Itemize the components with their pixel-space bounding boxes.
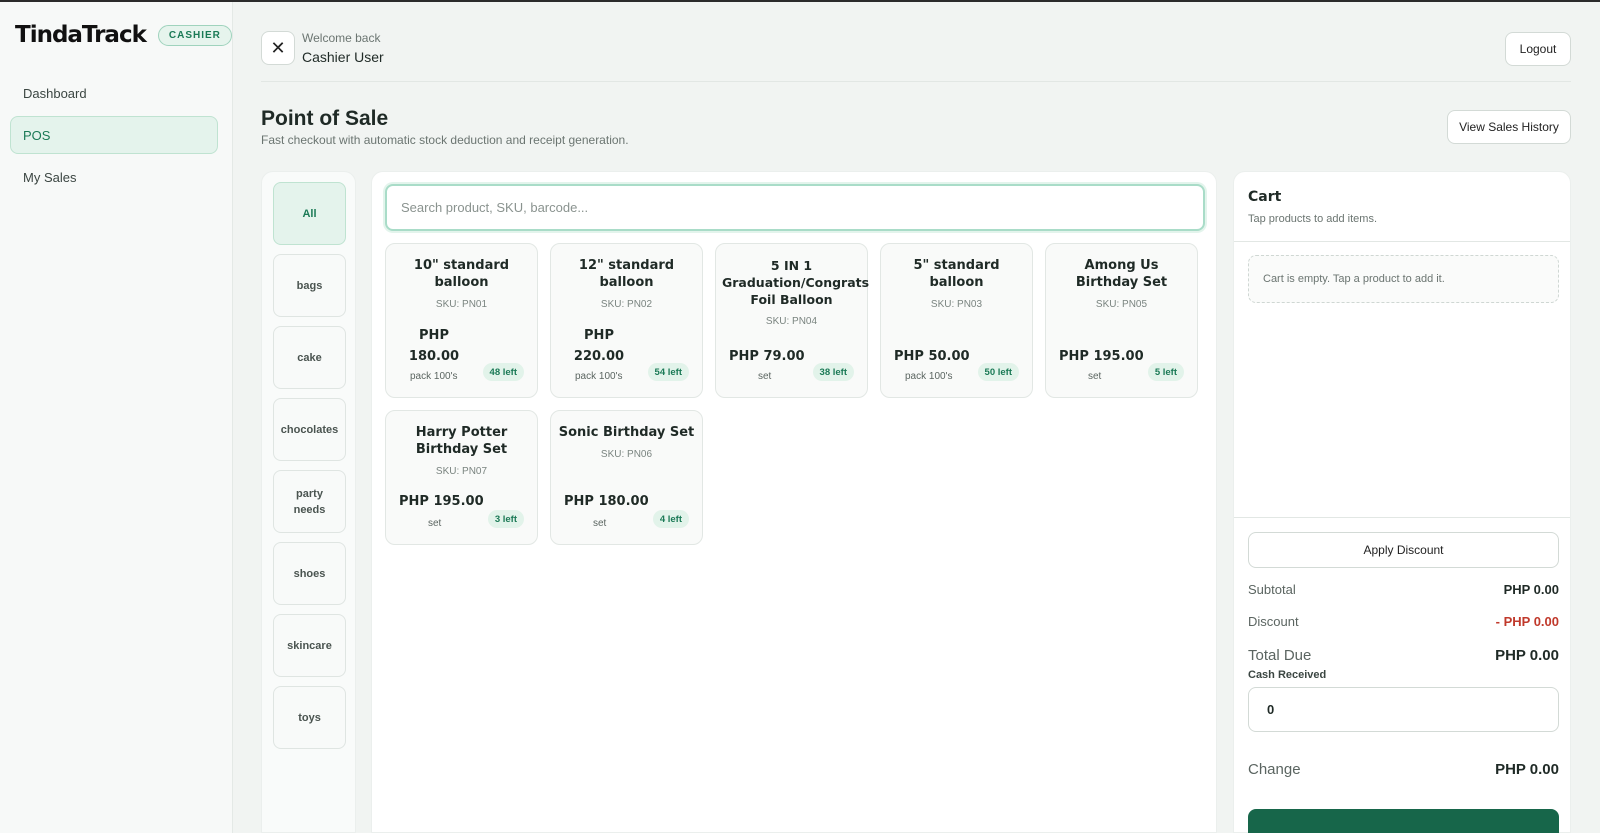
cart-panel: Cart Tap products to add items. Cart is … (1233, 171, 1571, 833)
product-unit: set (758, 371, 772, 382)
product-name: Among Us Birthday Set (1075, 258, 1168, 290)
subtotal-row: Subtotal PHP 0.00 (1248, 582, 1559, 597)
sidebar-item-pos[interactable]: POS (10, 116, 218, 154)
product-sku: SKU: PN05 (1095, 299, 1148, 310)
stock-badge: 3 left (487, 510, 524, 528)
cash-received-label: Cash Received (1248, 669, 1327, 681)
product-price: PHP 195.00 (399, 494, 484, 509)
category-bags[interactable]: bags (273, 254, 346, 317)
page-title: Point of Sale (261, 107, 389, 130)
total-due-row: Total Due PHP 0.00 (1248, 647, 1559, 664)
product-unit: pack 100's (410, 371, 458, 382)
product-price: PHP 220.00 (573, 328, 625, 364)
product-name: 12" standard balloon (578, 258, 675, 290)
stock-badge: 50 left (977, 363, 1019, 381)
product-price: PHP 79.00 (729, 349, 805, 364)
category-skincare[interactable]: skincare (273, 614, 346, 677)
product-card[interactable]: 12" standard balloon SKU: PN02 PHP 220.0… (550, 243, 703, 398)
cash-received-input[interactable] (1248, 687, 1559, 732)
product-price: PHP 180.00 (564, 494, 649, 509)
category-panel: All bags cake chocolates party needs sho… (261, 171, 356, 833)
user-name: Cashier User (302, 49, 384, 65)
brand-logo[interactable]: TindaTrack (15, 22, 147, 48)
stock-badge: 54 left (647, 363, 689, 381)
total-due-label: Total Due (1248, 647, 1312, 664)
subtotal-label: Subtotal (1248, 582, 1296, 597)
product-name: Harry Potter Birthday Set (415, 425, 508, 457)
view-sales-history-button[interactable]: View Sales History (1447, 110, 1571, 144)
divider (1234, 241, 1570, 242)
cart-empty-state: Cart is empty. Tap a product to add it. (1248, 255, 1559, 303)
change-row: Change PHP 0.00 (1248, 761, 1559, 778)
product-unit: pack 100's (905, 371, 953, 382)
sidebar: TindaTrack CASHIER Dashboard POS My Sale… (0, 2, 233, 833)
total-due-value: PHP 0.00 (1495, 647, 1559, 664)
product-name: 5 IN 1 Graduation/Congrats Foil Balloon (722, 258, 870, 307)
category-party-needs[interactable]: party needs (273, 470, 346, 533)
stock-badge: 38 left (812, 363, 854, 381)
product-unit: set (428, 518, 442, 529)
apply-discount-button[interactable]: Apply Discount (1248, 532, 1559, 568)
product-panel: 10" standard balloon SKU: PN01 PHP 180.0… (371, 171, 1217, 833)
divider (1234, 517, 1570, 518)
search-input[interactable] (385, 184, 1205, 231)
product-price: PHP 180.00 (408, 328, 460, 364)
product-name: Sonic Birthday Set (558, 425, 695, 440)
logout-button[interactable]: Logout (1505, 32, 1571, 66)
product-sku: SKU: PN01 (435, 299, 488, 310)
product-name: 5" standard balloon (913, 258, 1000, 290)
sidebar-nav: Dashboard POS My Sales (10, 74, 218, 200)
stock-badge: 4 left (652, 510, 689, 528)
cart-subtitle: Tap products to add items. (1248, 213, 1378, 225)
product-name: 10" standard balloon (413, 258, 510, 290)
product-sku: SKU: PN07 (435, 466, 488, 477)
sidebar-item-my-sales[interactable]: My Sales (10, 158, 218, 196)
product-card[interactable]: 10" standard balloon SKU: PN01 PHP 180.0… (385, 243, 538, 398)
product-card[interactable]: 5 IN 1 Graduation/Congrats Foil Balloon … (715, 243, 870, 398)
product-unit: pack 100's (575, 371, 623, 382)
product-card[interactable]: Harry Potter Birthday Set SKU: PN07 PHP … (385, 410, 538, 545)
category-all[interactable]: All (273, 182, 346, 245)
checkout-button[interactable] (1248, 809, 1559, 833)
product-price: PHP 195.00 (1059, 349, 1144, 364)
product-price: PHP 50.00 (894, 349, 970, 364)
discount-value: - PHP 0.00 (1495, 614, 1559, 629)
product-sku: SKU: PN06 (600, 449, 653, 460)
stock-badge: 5 left (1147, 363, 1184, 381)
change-value: PHP 0.00 (1495, 761, 1559, 778)
stock-badge: 48 left (482, 363, 524, 381)
product-sku: SKU: PN02 (600, 299, 653, 310)
top-header: ✕ Welcome back Cashier User Logout (261, 30, 1571, 82)
product-card[interactable]: 5" standard balloon SKU: PN03 PHP 50.00 … (880, 243, 1033, 398)
page-subtitle: Fast checkout with automatic stock deduc… (261, 133, 629, 147)
cart-title: Cart (1248, 189, 1282, 205)
product-card[interactable]: Among Us Birthday Set SKU: PN05 PHP 195.… (1045, 243, 1198, 398)
product-unit: set (593, 518, 607, 529)
role-badge: CASHIER (157, 24, 232, 46)
discount-label: Discount (1248, 614, 1299, 629)
product-unit: set (1088, 371, 1102, 382)
close-icon: ✕ (270, 37, 286, 58)
welcome-text: Welcome back (302, 31, 381, 45)
product-sku: SKU: PN03 (930, 299, 983, 310)
product-card[interactable]: Sonic Birthday Set SKU: PN06 PHP 180.00 … (550, 410, 703, 545)
close-button[interactable]: ✕ (261, 31, 295, 65)
brand: TindaTrack CASHIER (15, 22, 232, 48)
change-label: Change (1248, 761, 1301, 778)
category-shoes[interactable]: shoes (273, 542, 346, 605)
sidebar-item-dashboard[interactable]: Dashboard (10, 74, 218, 112)
discount-row: Discount - PHP 0.00 (1248, 614, 1559, 629)
category-cake[interactable]: cake (273, 326, 346, 389)
category-chocolates[interactable]: chocolates (273, 398, 346, 461)
window-top-edge (0, 0, 1600, 2)
product-sku: SKU: PN04 (765, 316, 818, 327)
subtotal-value: PHP 0.00 (1503, 582, 1559, 597)
category-toys[interactable]: toys (273, 686, 346, 749)
